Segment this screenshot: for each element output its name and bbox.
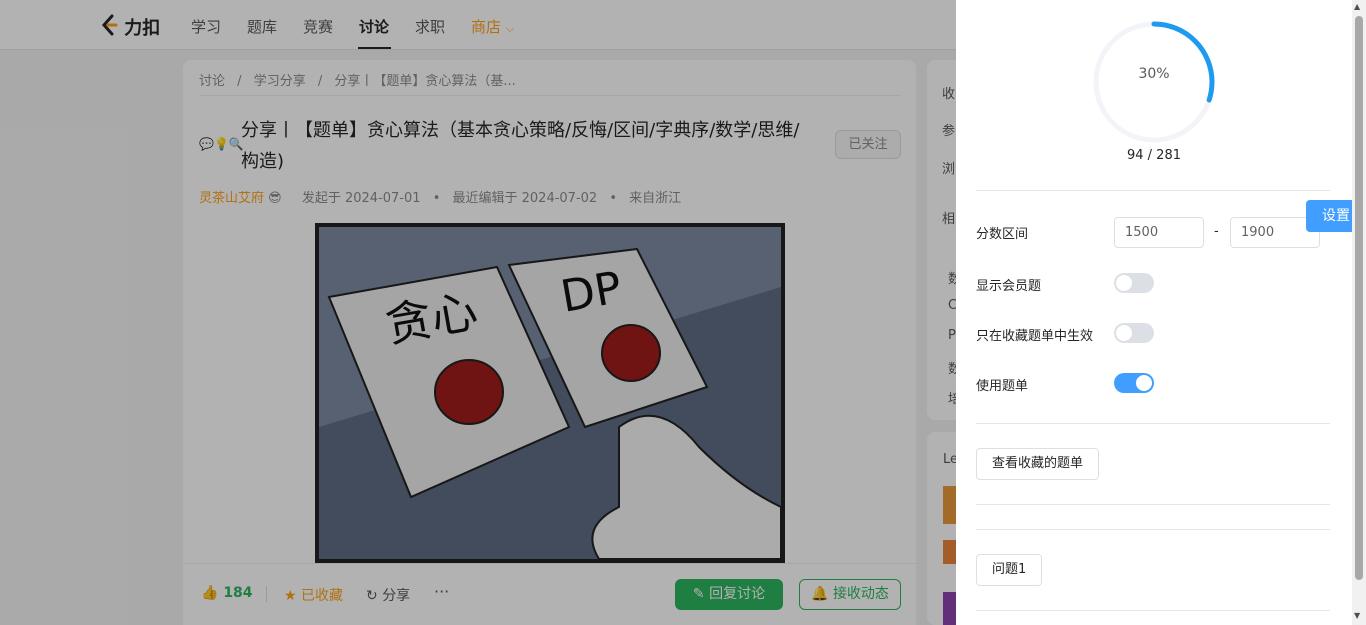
divider [976, 423, 1330, 424]
progress-percent: 30% [1138, 66, 1170, 82]
score-range-label: 分数区间 [976, 227, 1029, 242]
solved-count: 94 / 281 [1127, 148, 1181, 163]
fav-only-toggle[interactable] [1114, 323, 1154, 343]
problem-button[interactable]: 问题1 [976, 554, 1043, 586]
score-min-input[interactable] [1114, 217, 1204, 248]
divider [976, 190, 1330, 191]
toggle-knob [1116, 275, 1132, 291]
progress-ring [1091, 19, 1217, 145]
view-favorites-button[interactable]: 查看收藏的题单 [976, 448, 1100, 480]
divider [976, 610, 1330, 611]
show-member-label: 显示会员题 [976, 279, 1042, 294]
use-list-toggle[interactable] [1114, 373, 1154, 393]
show-member-toggle[interactable] [1114, 273, 1154, 293]
scrollbar-thumb[interactable] [1355, 16, 1363, 580]
use-list-label: 使用题单 [976, 379, 1029, 394]
toggle-knob [1116, 325, 1132, 341]
range-dash: - [1214, 224, 1219, 239]
modal-overlay[interactable] [0, 0, 956, 625]
divider [976, 529, 1330, 530]
toggle-knob [1136, 375, 1152, 391]
fav-only-label: 只在收藏题单中生效 [976, 329, 1094, 344]
scroll-up-arrow-icon[interactable]: ▲ [1354, 2, 1360, 11]
divider [976, 504, 1330, 505]
scroll-down-arrow-icon[interactable]: ▼ [1354, 611, 1360, 620]
